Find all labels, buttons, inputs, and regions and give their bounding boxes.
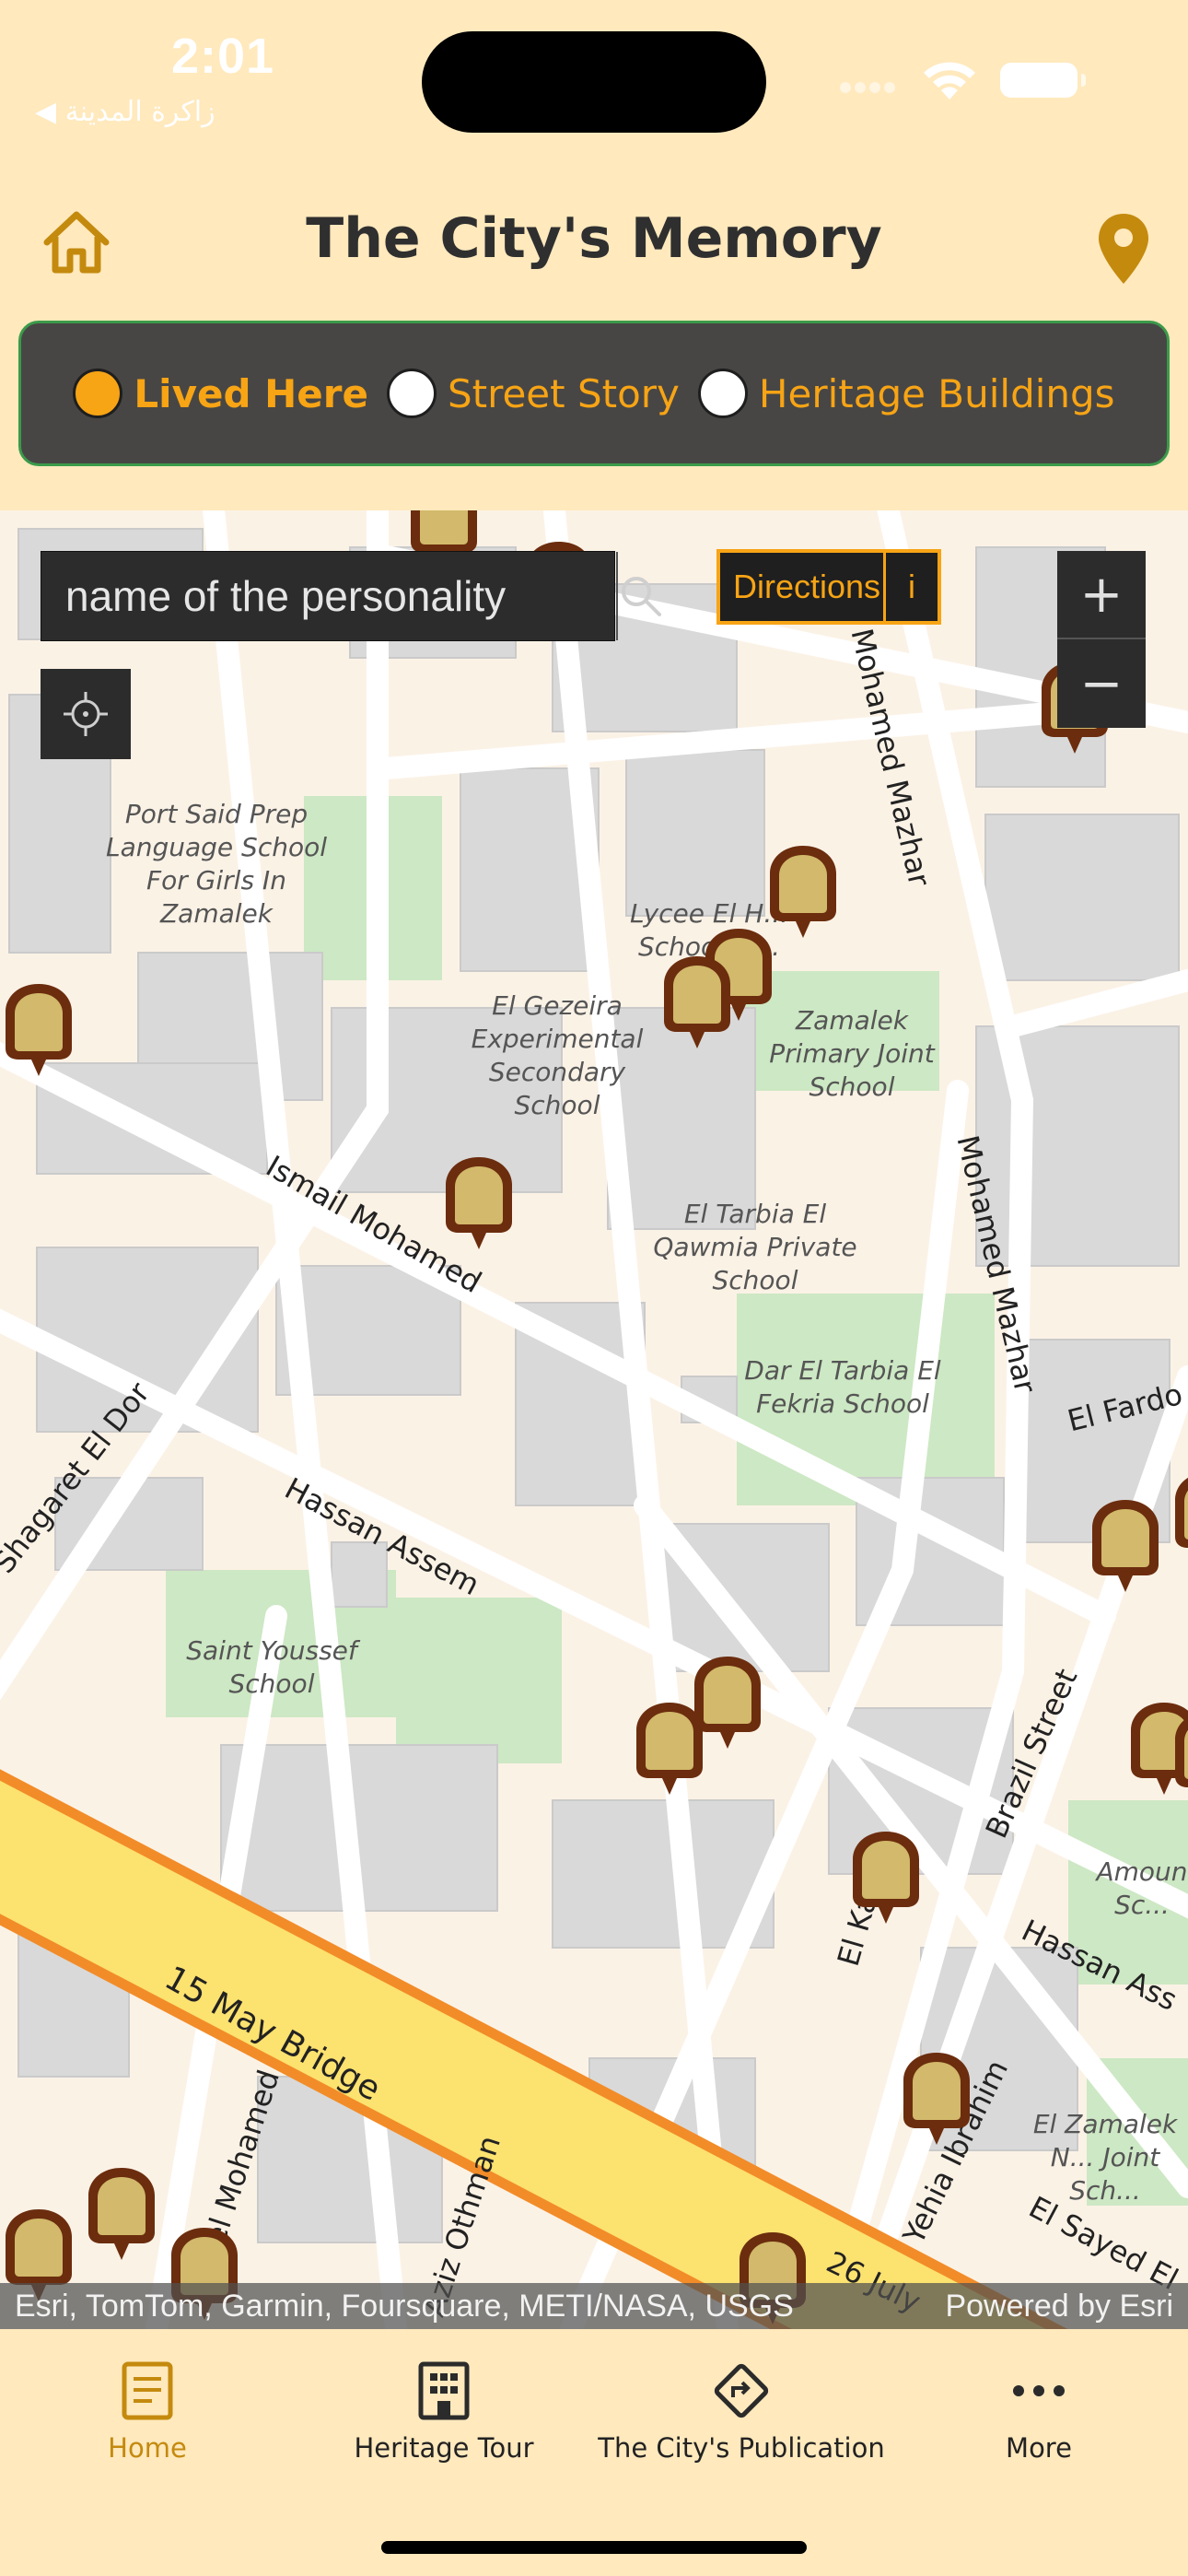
poi-label: Dar El Tarbia El Fekria School bbox=[744, 1355, 941, 1419]
lived-here-marker[interactable] bbox=[1087, 1496, 1164, 1598]
location-pin-icon bbox=[1099, 214, 1148, 284]
back-to-app-link[interactable]: ◀ زاكرة المدينة bbox=[35, 96, 215, 128]
status-bar: 2:01 ◀ زاكرة المدينة bbox=[0, 0, 1188, 157]
tab-bar: Home Heritage Tour The City's Publicatio… bbox=[0, 2329, 1188, 2576]
map-view[interactable]: Mohamed Mazhar Mohamed Mazhar Ismail Moh… bbox=[0, 510, 1188, 2329]
poi-label: El Tarbia El Qawmia Private School bbox=[653, 1199, 857, 1295]
filter-label: Lived Here bbox=[134, 370, 368, 416]
info-button[interactable]: i bbox=[883, 553, 938, 621]
home-indicator bbox=[381, 2541, 807, 2554]
map-attribution: Esri, TomTom, Garmin, Foursquare, METI/N… bbox=[0, 2283, 1188, 2329]
directions-label: Directions bbox=[733, 568, 881, 605]
location-button[interactable] bbox=[1087, 203, 1160, 295]
filter-option-heritage-buildings[interactable]: Heritage Buildings bbox=[697, 369, 1115, 418]
lived-here-marker[interactable] bbox=[847, 1828, 925, 1929]
lived-here-marker[interactable] bbox=[440, 1153, 518, 1255]
tab-heritage-tour[interactable]: Heritage Tour bbox=[343, 2359, 545, 2488]
category-filter: Lived Here Street Story Heritage Buildin… bbox=[18, 321, 1170, 466]
lived-here-marker[interactable] bbox=[83, 2164, 160, 2266]
lived-here-marker[interactable] bbox=[898, 2049, 975, 2150]
more-dots-icon bbox=[1013, 2385, 1065, 2396]
lived-here-marker[interactable] bbox=[0, 980, 77, 1082]
filter-option-street-story[interactable]: Street Story bbox=[386, 369, 680, 418]
crosshair-icon bbox=[64, 692, 108, 736]
locate-me-button[interactable] bbox=[41, 669, 131, 759]
basemap bbox=[0, 510, 1188, 2329]
powered-by-text[interactable]: Powered by Esri bbox=[945, 2289, 1173, 2324]
zoom-out-button[interactable]: − bbox=[1057, 639, 1146, 728]
poi-label: Port Said Prep Language School For Girls… bbox=[105, 799, 328, 929]
radio-selected[interactable] bbox=[73, 369, 123, 418]
directions-button[interactable]: Directions i bbox=[716, 549, 941, 625]
directions-icon bbox=[714, 2363, 769, 2418]
wifi-icon bbox=[924, 62, 975, 100]
building-icon bbox=[418, 2361, 470, 2420]
filter-label: Heritage Buildings bbox=[758, 370, 1115, 416]
search-button[interactable] bbox=[616, 552, 664, 640]
document-icon bbox=[122, 2361, 173, 2420]
tab-label: Home bbox=[108, 2432, 187, 2464]
tab-label: The City's Publication bbox=[598, 2432, 885, 2464]
page-title: The City's Memory bbox=[306, 206, 882, 271]
attribution-text[interactable]: Esri, TomTom, Garmin, Foursquare, METI/N… bbox=[15, 2289, 794, 2324]
zoom-in-button[interactable]: + bbox=[1057, 551, 1146, 639]
lived-here-marker[interactable] bbox=[658, 953, 736, 1054]
search-box bbox=[41, 551, 661, 641]
status-time: 2:01 bbox=[171, 29, 275, 84]
radio-unselected[interactable] bbox=[697, 369, 748, 418]
dynamic-island bbox=[422, 31, 766, 133]
poi-label: Amoun Sc... bbox=[1096, 1856, 1188, 1920]
tab-label: More bbox=[1006, 2432, 1072, 2464]
search-icon bbox=[622, 577, 661, 616]
poi-label: El Gezeira Experimental Secondary School bbox=[471, 990, 644, 1120]
search-input[interactable] bbox=[41, 552, 616, 640]
tab-city-publication[interactable]: The City's Publication bbox=[598, 2359, 885, 2488]
poi-label: Zamalek Primary Joint School bbox=[769, 1005, 935, 1102]
filter-option-lived-here[interactable]: Lived Here bbox=[73, 369, 368, 418]
lived-here-marker[interactable] bbox=[631, 1699, 708, 1800]
zoom-control: + − bbox=[1057, 551, 1146, 728]
app-header: The City's Memory bbox=[0, 184, 1188, 295]
tab-home[interactable]: Home bbox=[92, 2359, 203, 2488]
tab-more[interactable]: More bbox=[984, 2359, 1094, 2488]
battery-icon bbox=[1000, 63, 1086, 98]
lived-here-marker[interactable] bbox=[1170, 1469, 1188, 1570]
filter-label: Street Story bbox=[447, 370, 680, 416]
radio-unselected[interactable] bbox=[386, 369, 437, 418]
poi-label: Saint Youssef School bbox=[186, 1635, 357, 1699]
tab-label: Heritage Tour bbox=[354, 2432, 534, 2464]
cellular-signal-icon bbox=[840, 79, 903, 94]
poi-label: El Zamalek N... Joint Sch... bbox=[1032, 2109, 1178, 2206]
lived-here-marker[interactable] bbox=[1170, 1708, 1188, 1809]
